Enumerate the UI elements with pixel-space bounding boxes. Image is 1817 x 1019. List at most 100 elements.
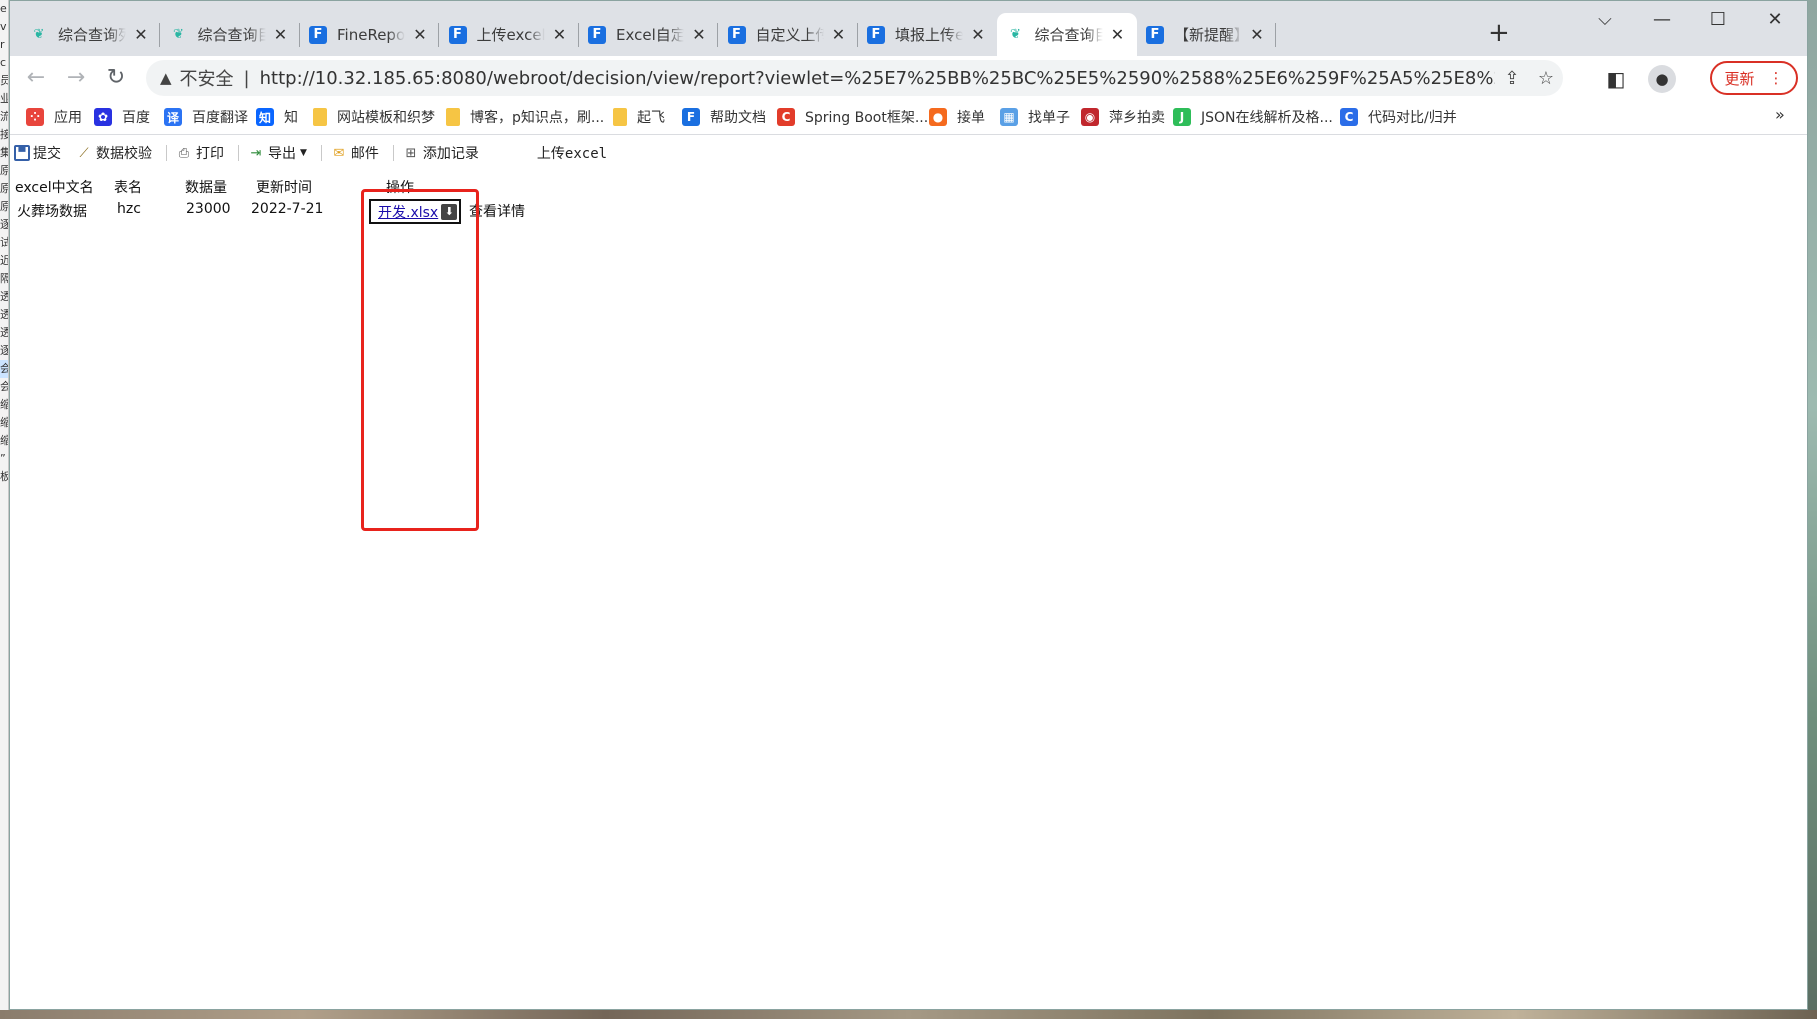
c-circle-icon: C xyxy=(1340,108,1358,126)
submit-button[interactable]: ▀ 提交 xyxy=(10,143,65,163)
bookmark-label: 起飞 xyxy=(637,110,665,126)
desktop-text-fragment: 透 xyxy=(0,324,8,342)
bookmark-item[interactable]: 知知 xyxy=(256,106,298,128)
add-record-button[interactable]: ⊞ 添加记录 xyxy=(398,143,483,163)
download-icon[interactable]: ⬇ xyxy=(441,203,458,220)
bookmark-item[interactable]: ⁘ 应用 xyxy=(26,106,82,128)
tab-strip: ❦综合查询列表✕❦综合查询目录✕FFineReport✕F上传excel表✕ F E… xyxy=(10,1,1807,64)
desktop-text-fragment: ” xyxy=(0,452,6,465)
close-tab-icon[interactable]: ✕ xyxy=(411,25,429,44)
desktop-bottom-edge xyxy=(0,1010,1817,1019)
bookmark-label: 博客，p知识点，刷... xyxy=(470,110,605,126)
close-tab-icon[interactable]: ✕ xyxy=(690,25,708,44)
orange-circle-icon: ● xyxy=(929,108,947,126)
browser-tab[interactable]: ❦ 综合查询目录 ✕ xyxy=(996,13,1137,56)
close-tab-icon[interactable]: ✕ xyxy=(1248,25,1266,44)
bookmarks-overflow-button[interactable]: » xyxy=(1775,105,1785,124)
side-panel-icon[interactable]: ◧ xyxy=(1602,65,1630,93)
close-tab-icon[interactable]: ✕ xyxy=(830,25,848,44)
share-icon[interactable]: ⇪ xyxy=(1495,68,1529,89)
tab-title: 综合查询目录 xyxy=(1034,26,1103,44)
close-tab-icon[interactable]: ✕ xyxy=(132,25,150,44)
bookmark-item[interactable]: ◉ 萍乡拍卖 xyxy=(1081,106,1165,128)
baidu-paw-icon: ✿ xyxy=(94,108,112,126)
desktop-text-fragment: 业 xyxy=(0,90,8,108)
toolbar-divider xyxy=(392,145,394,161)
browser-tab[interactable]: F 自定义上传文 ✕ xyxy=(718,13,858,56)
update-button[interactable]: 更新 ⋮ xyxy=(1710,61,1798,95)
browser-tab[interactable]: ❦ 综合查询目录 ✕ xyxy=(160,13,300,56)
cell-table-name: hzc xyxy=(117,201,141,217)
tab-search-icon[interactable]: ⌵ xyxy=(1585,9,1625,30)
finereport-icon: F xyxy=(867,25,885,44)
bookmark-item[interactable]: 网站模板和织梦 xyxy=(313,106,435,128)
file-download-cell[interactable]: 开发.xlsx ⬇ xyxy=(369,199,461,224)
bookmark-star-icon[interactable]: ☆ xyxy=(1529,68,1563,89)
security-label[interactable]: 不安全 xyxy=(180,65,234,91)
bookmark-item[interactable]: C Spring Boot框架... xyxy=(777,106,928,128)
new-tab-button[interactable]: + xyxy=(1488,19,1510,47)
browser-tab[interactable]: ❦ 综合查询列表 ✕ xyxy=(20,13,160,56)
export-icon: ⇥ xyxy=(250,145,262,161)
more-menu-icon[interactable]: ⋮ xyxy=(1769,69,1784,87)
desktop-text-fragment: 会 xyxy=(0,360,8,378)
folder-icon xyxy=(313,108,327,126)
toolbar-divider xyxy=(238,145,239,161)
close-tab-icon[interactable]: ✕ xyxy=(272,25,290,44)
browser-tab[interactable]: F 【新提醒】F ✕ xyxy=(1136,13,1276,56)
bookmark-item[interactable]: J JSON在线解析及格... xyxy=(1173,106,1333,128)
annotation-highlight-box xyxy=(361,189,479,531)
close-tab-icon[interactable]: ✕ xyxy=(1109,25,1127,44)
bookmark-item[interactable]: F 帮助文档 xyxy=(682,106,766,128)
tab-title: Excel自定义 xyxy=(616,26,684,44)
bookmark-item[interactable]: 起飞 xyxy=(613,106,665,128)
mail-button[interactable]: ✉ 邮件 xyxy=(326,143,383,163)
reload-button[interactable]: ↻ xyxy=(102,64,130,92)
close-tab-icon[interactable]: ✕ xyxy=(969,25,987,44)
magic-wand-icon: ⟋ xyxy=(79,145,89,161)
cell-updated: 2022-7-21 xyxy=(251,201,324,217)
bookmark-label: JSON在线解析及格... xyxy=(1201,110,1333,126)
bookmark-item[interactable]: ● 接单 xyxy=(929,106,985,128)
bookmark-item[interactable]: 译百度翻译 xyxy=(164,106,248,128)
envelope-icon: ✉ xyxy=(333,145,345,161)
desktop-text-fragment: 隔 xyxy=(0,270,8,288)
desktop-text-fragment: e xyxy=(0,2,7,15)
bookmark-item[interactable]: 博客，p知识点，刷... xyxy=(446,106,604,128)
bookmark-label: Spring Boot框架... xyxy=(805,110,929,126)
back-button[interactable]: ← xyxy=(22,64,50,92)
print-button[interactable]: ⎙ 打印 xyxy=(171,143,228,163)
view-details-link[interactable]: 查看详情 xyxy=(469,201,525,221)
bookmark-label: 知 xyxy=(284,110,298,126)
minimize-button[interactable]: — xyxy=(1642,9,1682,30)
browser-tab[interactable]: F Excel自定义 ✕ xyxy=(578,13,718,56)
file-link[interactable]: 开发.xlsx xyxy=(378,202,438,222)
report-title: 上传excel xyxy=(536,146,608,162)
profile-avatar-icon[interactable]: ● xyxy=(1648,65,1676,93)
bookmark-item[interactable]: C 代码对比/归并 xyxy=(1340,106,1457,128)
finereport-icon: F xyxy=(1146,25,1164,44)
grid-blue-icon: ▦ xyxy=(1000,108,1018,126)
warning-icon[interactable]: ▲ xyxy=(160,69,172,87)
browser-tab[interactable]: F 上传excel表 ✕ xyxy=(439,13,579,56)
desktop-left-edge: evrc员业流接集原原原逐试近隔透透透逐会会缩缩缩”板 xyxy=(0,0,9,1019)
address-bar[interactable]: ▲ 不安全 | http://10.32.185.65:8080/webroot… xyxy=(146,60,1563,96)
maximize-button[interactable]: ☐ xyxy=(1698,9,1738,30)
close-window-button[interactable]: ✕ xyxy=(1755,9,1795,30)
translate-icon: 译 xyxy=(164,108,182,126)
desktop-text-fragment: 员 xyxy=(0,72,8,90)
export-button[interactable]: ⇥ 导出 ▼ xyxy=(243,143,311,163)
forward-button[interactable]: → xyxy=(62,64,90,92)
bookmark-item[interactable]: ✿ 百度 xyxy=(94,106,150,128)
browser-tab[interactable]: F 填报上传exc ✕ xyxy=(857,13,997,56)
print-label: 打印 xyxy=(196,146,224,162)
update-label: 更新 xyxy=(1724,69,1755,88)
desktop-text-fragment: 透 xyxy=(0,306,8,324)
bookmark-item[interactable]: ▦ 找单子 xyxy=(1000,106,1070,128)
browser-tab[interactable]: F FineReport ✕ xyxy=(299,13,439,56)
close-tab-icon[interactable]: ✕ xyxy=(551,25,569,44)
desktop-text-fragment: v xyxy=(0,20,7,33)
validate-button[interactable]: ⟋ 数据校验 xyxy=(71,143,156,163)
column-header: 操作 xyxy=(386,180,414,196)
url-text[interactable]: http://10.32.185.65:8080/webroot/decisio… xyxy=(260,68,1495,89)
